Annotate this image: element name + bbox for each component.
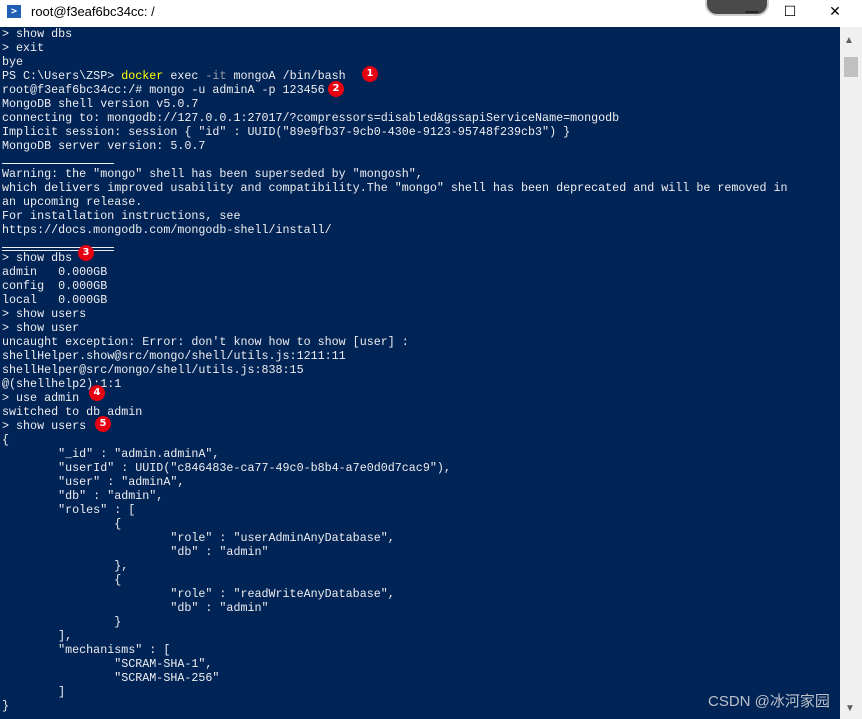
terminal-line: connecting to: mongodb://127.0.0.1:27017…: [2, 111, 620, 125]
terminal-line: "db" : "admin",: [2, 489, 164, 503]
terminal-line: @(shellhelp2):1:1: [2, 377, 122, 391]
line-text: exec: [163, 69, 206, 83]
terminal-line: "role" : "readWriteAnyDatabase",: [2, 587, 395, 601]
terminal-line: "db" : "admin": [2, 601, 269, 615]
terminal-line: > exit: [2, 41, 45, 55]
separator-line: [2, 237, 788, 251]
terminal-line: "roles" : [: [2, 503, 136, 517]
terminal-line: > show users: [2, 307, 87, 321]
terminal-line: MongoDB server version: 5.0.7: [2, 139, 206, 153]
line-text: root@f3eaf6bc34cc:/# mongo -u adminA -p …: [2, 83, 325, 97]
terminal-line: bye: [2, 55, 24, 69]
step-badge: 5: [95, 416, 111, 432]
title-bar: > root@f3eaf6bc34cc: / — ☐ ✕: [0, 0, 862, 27]
terminal-line: switched to db admin: [2, 405, 143, 419]
terminal-line: PS C:\Users\ZSP> docker exec -it mongoA …: [2, 66, 788, 83]
terminal-line: local 0.000GB: [2, 293, 108, 307]
terminal-line: Warning: the "mongo" shell has been supe…: [2, 167, 423, 181]
terminal-line: shellHelper@src/mongo/shell/utils.js:838…: [2, 363, 304, 377]
terminal-line: {: [2, 433, 10, 447]
scroll-up-icon[interactable]: ▲: [844, 35, 854, 46]
terminal-line: {: [2, 573, 122, 587]
step-badge: 4: [89, 385, 105, 401]
terminal-line: MongoDB shell version v5.0.7: [2, 97, 199, 111]
terminal-line: "user" : "adminA",: [2, 475, 185, 489]
terminal-line: root@f3eaf6bc34cc:/# mongo -u adminA -p …: [2, 81, 788, 97]
terminal-line: an upcoming release.: [2, 195, 143, 209]
line-text: > show users: [2, 419, 87, 433]
terminal-line: > show dbs 3: [2, 245, 788, 265]
terminal-line: which delivers improved usability and co…: [2, 181, 788, 195]
terminal-line: "_id" : "admin.adminA",: [2, 447, 220, 461]
terminal-line: > use admin 4: [2, 385, 788, 405]
terminal-line: "userId" : UUID("c846483e-ca77-49c0-b8b4…: [2, 461, 451, 475]
terminal-line: https://docs.mongodb.com/mongodb-shell/i…: [2, 223, 332, 237]
command-text: docker: [121, 69, 164, 83]
watermark: CSDN @冰河家园: [708, 693, 830, 710]
terminal-line: "role" : "userAdminAnyDatabase",: [2, 531, 395, 545]
terminal-line: > show user: [2, 321, 80, 335]
terminal-line: },: [2, 559, 129, 573]
terminal-line: ],: [2, 629, 73, 643]
terminal-line: Implicit session: session { "id" : UUID(…: [2, 125, 571, 139]
step-badge: 3: [78, 245, 94, 261]
terminal-line: > show dbs: [2, 27, 73, 41]
terminal-line: ]: [2, 685, 66, 699]
terminal-line: "db" : "admin": [2, 545, 269, 559]
terminal-line: admin 0.000GB: [2, 265, 108, 279]
maximize-button[interactable]: ☐: [778, 2, 802, 22]
close-button[interactable]: ✕: [823, 2, 847, 22]
scrollbar[interactable]: ▲ ▼: [840, 27, 862, 719]
terminal-line: "SCRAM-SHA-256": [2, 671, 220, 685]
terminal-line: config 0.000GB: [2, 279, 108, 293]
powershell-icon: >: [7, 5, 21, 18]
minimize-button[interactable]: —: [740, 2, 764, 22]
step-badge: 1: [362, 66, 378, 82]
scroll-down-icon[interactable]: ▼: [845, 703, 855, 714]
terminal-line: }: [2, 699, 10, 713]
line-text: > use admin: [2, 391, 80, 405]
terminal-line: "mechanisms" : [: [2, 643, 171, 657]
line-text: > show dbs: [2, 251, 73, 265]
line-text: mongoA /bin/bash: [226, 69, 346, 83]
terminal-line: {: [2, 517, 122, 531]
param-text: -it: [205, 69, 227, 83]
scrollbar-thumb[interactable]: [844, 57, 858, 77]
terminal-line: For installation instructions, see: [2, 209, 241, 223]
terminal-output[interactable]: > show dbs > exit bye PS C:\Users\ZSP> dock…: [0, 27, 840, 719]
terminal-lines: > show dbs > exit bye PS C:\Users\ZSP> dock…: [2, 27, 788, 713]
line-text: PS C:\Users\ZSP>: [2, 69, 122, 83]
terminal-line: }: [2, 615, 122, 629]
window-title: root@f3eaf6bc34cc: /: [31, 4, 155, 19]
terminal-line: "SCRAM-SHA-1",: [2, 657, 213, 671]
terminal-line: uncaught exception: Error: don't know ho…: [2, 335, 409, 349]
separator-line: [2, 153, 788, 167]
terminal-line: > show users 5: [2, 416, 788, 433]
terminal-line: shellHelper.show@src/mongo/shell/utils.j…: [2, 349, 346, 363]
step-badge: 2: [328, 81, 344, 97]
